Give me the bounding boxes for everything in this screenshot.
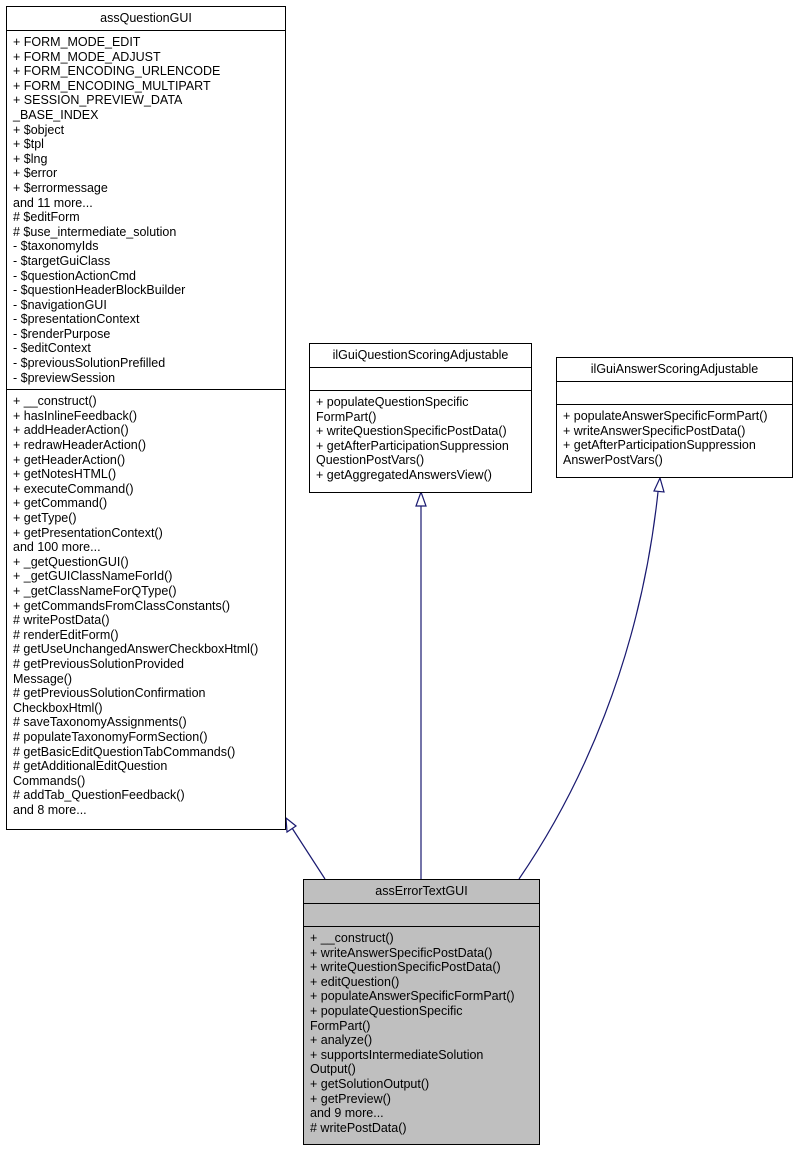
member-line: + __construct() xyxy=(310,931,394,945)
member-line: - $navigationGUI xyxy=(13,297,107,312)
member-line: - $presentationContext xyxy=(13,312,140,327)
member-line: + _getGUIClassNameForId() xyxy=(13,569,173,584)
member-line: - $questionActionCmd xyxy=(13,268,136,283)
member-line: # getUseUnchangedAnswerCheckboxHtml() xyxy=(13,642,259,657)
member-line: + FORM_ENCODING_URLENCODE xyxy=(13,64,221,79)
member-line: + getSolutionOutput() xyxy=(310,1076,430,1091)
member-line: + analyze() xyxy=(310,1033,373,1048)
class-title: assQuestionGUI xyxy=(7,7,285,31)
member-line: and 8 more... xyxy=(13,802,87,817)
member-line: + $object xyxy=(13,122,65,137)
arrowhead-ilGuiAnswerScoringAdjustable xyxy=(653,476,665,493)
class-assErrorTextGUI[interactable]: assErrorTextGUI + __construct() + writeAn… xyxy=(303,879,540,1145)
member-line: + addHeaderAction() xyxy=(13,423,129,438)
member-line: + getType() xyxy=(13,511,77,525)
member-line: + getPreview() xyxy=(310,1091,391,1106)
member-line: # getBasicEditQuestionTabCommands() xyxy=(13,744,236,759)
member-line: _BASE_INDEX xyxy=(13,107,99,122)
member-line: + writeAnswerSpecificPostData() xyxy=(310,945,493,960)
member-line: + $lng xyxy=(13,151,48,166)
member-line: + getCommandsFromClassConstants() xyxy=(13,598,231,613)
member-line: # getAdditionalEditQuestion xyxy=(13,759,168,774)
member-line: + getAfterParticipationSuppression xyxy=(316,438,509,453)
member-line: # populateTaxonomyFormSection() xyxy=(13,729,208,744)
member-line: and 9 more... xyxy=(310,1106,384,1121)
member-line: - $editContext xyxy=(13,341,91,356)
member-line: AnswerPostVars() xyxy=(563,452,663,467)
member-line: # getPreviousSolutionProvided xyxy=(13,656,184,671)
member-line: + populateQuestionSpecific xyxy=(316,395,469,409)
member-line: QuestionPostVars() xyxy=(316,453,425,468)
class-title: ilGuiQuestionScoringAdjustable xyxy=(310,344,531,368)
member-line: + FORM_MODE_ADJUST xyxy=(13,49,161,64)
member-line: + $error xyxy=(13,166,58,181)
member-line: FormPart() xyxy=(316,409,377,424)
member-line: Commands() xyxy=(13,773,86,788)
member-line: + FORM_ENCODING_MULTIPART xyxy=(13,78,211,93)
member-line: + FORM_MODE_EDIT xyxy=(13,35,141,49)
member-line: + writeQuestionSpecificPostData() xyxy=(316,424,507,439)
member-line: + SESSION_PREVIEW_DATA xyxy=(13,93,183,108)
methods-section: + __construct() + hasInlineFeedback() + ad… xyxy=(7,390,285,821)
member-line: + populateAnswerSpecificFormPart() xyxy=(563,409,768,423)
member-line: FormPart() xyxy=(310,1018,371,1033)
edge-to-ilGuiAnswerScoringAdjustable xyxy=(518,491,659,880)
member-line: # writePostData() xyxy=(310,1120,407,1135)
member-line: + getAggregatedAnswersView() xyxy=(316,467,492,482)
member-line: + writeAnswerSpecificPostData() xyxy=(563,423,746,438)
attributes-section xyxy=(304,904,539,927)
member-line: - $targetGuiClass xyxy=(13,253,111,268)
member-line: # renderEditForm() xyxy=(13,627,119,642)
methods-section: + populateQuestionSpecific FormPart() + wr… xyxy=(310,391,531,487)
member-line: + getAfterParticipationSuppression xyxy=(563,438,756,453)
member-line: + __construct() xyxy=(13,394,97,409)
member-line: + redrawHeaderAction() xyxy=(13,438,147,453)
member-line: and 11 more... xyxy=(13,195,93,210)
arrowhead-ilGuiQuestionScoringAdjustable xyxy=(415,490,427,507)
member-line: + _getClassNameForQType() xyxy=(13,583,177,598)
member-line: + getCommand() xyxy=(13,496,108,511)
member-line: CheckboxHtml() xyxy=(13,700,103,715)
member-line: and 100 more... xyxy=(13,540,101,555)
class-title: ilGuiAnswerScoringAdjustable xyxy=(557,358,792,382)
member-line: - $renderPurpose xyxy=(13,326,111,341)
member-line: + $tpl xyxy=(13,137,44,152)
member-line: - $questionHeaderBlockBuilder xyxy=(13,283,186,298)
class-title: assErrorTextGUI xyxy=(304,880,539,904)
member-line: + getPresentationContext() xyxy=(13,525,163,540)
member-line: + supportsIntermediateSolution xyxy=(310,1047,484,1062)
member-line: + getHeaderAction() xyxy=(13,452,126,467)
class-ilGuiAnswerScoringAdjustable[interactable]: ilGuiAnswerScoringAdjustable + populateA… xyxy=(556,357,793,478)
member-line: # addTab_QuestionFeedback() xyxy=(13,788,185,803)
member-line: + populateAnswerSpecificFormPart() xyxy=(310,989,515,1004)
member-line: Output() xyxy=(310,1062,356,1077)
methods-section: + __construct() + writeAnswerSpecificPost… xyxy=(304,927,539,1139)
member-line: + hasInlineFeedback() xyxy=(13,408,138,423)
attributes-section: + FORM_MODE_EDIT + FORM_MODE_ADJUST + FORM… xyxy=(7,31,285,391)
member-line: - $taxonomyIds xyxy=(13,239,99,254)
member-line: - $previewSession xyxy=(13,370,116,385)
member-line: - $previousSolutionPrefilled xyxy=(13,356,166,371)
member-line: + editQuestion() xyxy=(310,974,400,989)
member-line: + _getQuestionGUI() xyxy=(13,554,129,569)
member-line: # writePostData() xyxy=(13,613,110,628)
attributes-section xyxy=(557,382,792,405)
member-line: + getNotesHTML() xyxy=(13,467,117,482)
arrowhead-assQuestionGUI xyxy=(285,816,298,834)
class-assQuestionGUI[interactable]: assQuestionGUI + FORM_MODE_EDIT + FORM_MO… xyxy=(6,6,286,830)
member-line: # getPreviousSolutionConfirmation xyxy=(13,686,206,701)
member-line: Message() xyxy=(13,671,73,686)
methods-section: + populateAnswerSpecificFormPart() + writ… xyxy=(557,405,792,471)
attributes-section xyxy=(310,368,531,391)
member-line: + $errormessage xyxy=(13,180,108,195)
edge-to-assQuestionGUI xyxy=(291,827,326,880)
class-ilGuiQuestionScoringAdjustable[interactable]: ilGuiQuestionScoringAdjustable + populat… xyxy=(309,343,532,493)
member-line: + writeQuestionSpecificPostData() xyxy=(310,960,501,975)
member-line: # saveTaxonomyAssignments() xyxy=(13,715,187,730)
member-line: # $editForm xyxy=(13,210,80,225)
member-line: # $use_intermediate_solution xyxy=(13,224,177,239)
member-line: + populateQuestionSpecific xyxy=(310,1003,463,1018)
member-line: + executeCommand() xyxy=(13,481,134,496)
